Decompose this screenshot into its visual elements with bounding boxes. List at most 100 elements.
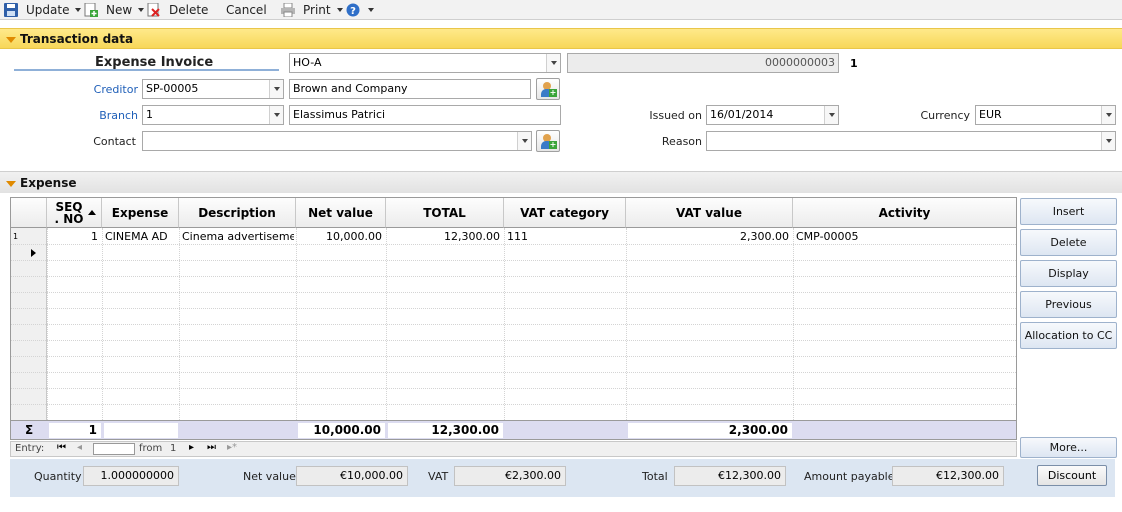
save-icon — [4, 3, 18, 17]
column-header-net-value[interactable]: Net value — [296, 198, 386, 228]
grid-column-line — [386, 228, 387, 420]
column-header-vat-category[interactable]: VAT category — [504, 198, 626, 228]
add-contact-button[interactable]: + — [536, 130, 560, 152]
cancel-label: Cancel — [226, 3, 267, 17]
series-select[interactable]: HO-A — [289, 53, 561, 73]
print-dropdown-icon[interactable] — [336, 8, 343, 12]
expense-grid[interactable]: SEQ . NO Expense Description Net value T… — [10, 197, 1017, 440]
chevron-down-icon[interactable] — [269, 106, 283, 124]
amount-payable-value: €12,300.00 — [892, 466, 1004, 486]
delete-button[interactable]: Delete — [147, 2, 208, 18]
creditor-label[interactable]: Creditor — [60, 83, 138, 96]
grid-column-line — [793, 228, 794, 420]
row-selector-header — [11, 198, 47, 228]
branch-code-select[interactable]: 1 — [142, 105, 284, 125]
collapse-arrow-icon[interactable] — [6, 181, 16, 187]
allocation-to-cc-button[interactable]: Allocation to CC — [1020, 322, 1117, 349]
chevron-down-icon[interactable] — [546, 54, 560, 72]
column-header-description[interactable]: Description — [179, 198, 296, 228]
amount-payable-label: Amount payable — [804, 470, 895, 483]
column-header-expense[interactable]: Expense — [102, 198, 179, 228]
grid-row-line — [11, 276, 1016, 277]
delete-row-button[interactable]: Delete — [1020, 229, 1117, 256]
help-dropdown-icon[interactable] — [368, 8, 374, 12]
grid-row-line — [11, 260, 1016, 261]
discount-button[interactable]: Discount — [1037, 465, 1107, 486]
help-button[interactable]: ? — [346, 2, 374, 18]
first-record-icon[interactable]: ⏮ — [57, 442, 66, 453]
next-record-icon[interactable]: ▸ — [189, 442, 194, 453]
cancel-button[interactable]: Cancel — [226, 2, 267, 18]
insert-button[interactable]: Insert — [1020, 198, 1117, 225]
last-record-icon[interactable]: ⏭ — [207, 442, 216, 453]
chevron-down-icon[interactable] — [269, 80, 283, 98]
document-type-label: Expense Invoice — [95, 55, 214, 70]
net-value-label: Net value — [243, 470, 296, 483]
chevron-down-icon[interactable] — [1101, 106, 1115, 124]
more-button[interactable]: More... — [1020, 437, 1117, 458]
currency-select[interactable]: EUR — [975, 105, 1116, 125]
grid-row-line — [11, 404, 1016, 405]
cell-seq[interactable]: 1 — [47, 229, 98, 245]
reason-select[interactable] — [706, 131, 1116, 151]
vat-label: VAT — [428, 470, 449, 483]
creditor-code-select[interactable]: SP-00005 — [142, 79, 284, 99]
new-dropdown-icon[interactable] — [138, 8, 145, 12]
branch-label[interactable]: Branch — [60, 109, 138, 122]
quantity-label: Quantity — [34, 470, 82, 483]
previous-record-icon[interactable]: ◂ — [77, 442, 82, 453]
cell-activity[interactable]: CMP-00005 — [796, 229, 1014, 245]
column-header-vat-value[interactable]: VAT value — [626, 198, 793, 228]
print-button[interactable]: Print — [281, 2, 343, 18]
update-label: Update — [26, 3, 70, 17]
column-header-activity[interactable]: Activity — [793, 198, 1016, 228]
grid-column-line — [626, 228, 627, 420]
display-button[interactable]: Display — [1020, 260, 1117, 287]
column-header-total[interactable]: TOTAL — [386, 198, 504, 228]
chevron-down-icon[interactable] — [517, 132, 531, 150]
collapse-arrow-icon[interactable] — [6, 37, 16, 43]
grid-column-line — [47, 228, 48, 420]
contact-select[interactable] — [142, 131, 532, 151]
printer-icon — [281, 2, 295, 18]
expense-header[interactable]: Expense — [0, 171, 1122, 193]
transaction-data-header[interactable]: Transaction data — [0, 28, 1122, 49]
calendar-dropdown-icon[interactable] — [824, 106, 838, 124]
grid-column-line — [179, 228, 180, 420]
add-creditor-button[interactable]: + — [536, 78, 560, 100]
print-label: Print — [303, 3, 331, 17]
vat-total: €2,300.00 — [454, 466, 566, 486]
record-number-input[interactable] — [93, 443, 135, 455]
previous-button[interactable]: Previous — [1020, 291, 1117, 318]
update-dropdown-icon[interactable] — [75, 8, 82, 12]
issued-on-date-field[interactable]: 16/01/2014 — [706, 105, 839, 125]
new-record-icon[interactable]: ▸* — [227, 442, 237, 453]
cell-net-value[interactable]: 10,000.00 — [296, 229, 382, 245]
total-label: Total — [642, 470, 668, 483]
series-value: HO-A — [293, 56, 322, 69]
delete-icon — [147, 2, 161, 17]
grid-row-line — [11, 292, 1016, 293]
cell-vat-category[interactable]: 111 — [507, 229, 623, 245]
record-count: 1 — [170, 443, 177, 454]
svg-text:?: ? — [350, 6, 356, 17]
cell-total[interactable]: 12,300.00 — [386, 229, 500, 245]
update-button[interactable]: Update — [4, 2, 82, 18]
grid-row-line — [11, 388, 1016, 389]
cell-expense[interactable]: CINEMA AD — [105, 229, 177, 245]
cell-description[interactable]: Cinema advertisement — [182, 229, 294, 245]
creditor-name-field[interactable]: Brown and Company — [289, 79, 531, 99]
column-header-seq[interactable]: SEQ . NO — [47, 198, 102, 228]
chevron-down-icon[interactable] — [1101, 132, 1115, 150]
cell-vat-value[interactable]: 2,300.00 — [626, 229, 789, 245]
total-total: 12,300.00 — [388, 423, 503, 438]
totals-footer: Quantity 1.000000000 Net value €10,000.0… — [10, 459, 1115, 497]
branch-name-field[interactable]: Elassimus Patrici — [289, 105, 561, 125]
new-button[interactable]: New — [84, 2, 145, 18]
current-row-pointer-icon — [31, 249, 36, 257]
issued-on-label: Issued on — [649, 109, 702, 122]
total-vat-value: 2,300.00 — [628, 423, 792, 438]
net-value-total: €10,000.00 — [296, 466, 408, 486]
contact-label: Contact — [93, 135, 136, 148]
grid-row-line — [11, 372, 1016, 373]
